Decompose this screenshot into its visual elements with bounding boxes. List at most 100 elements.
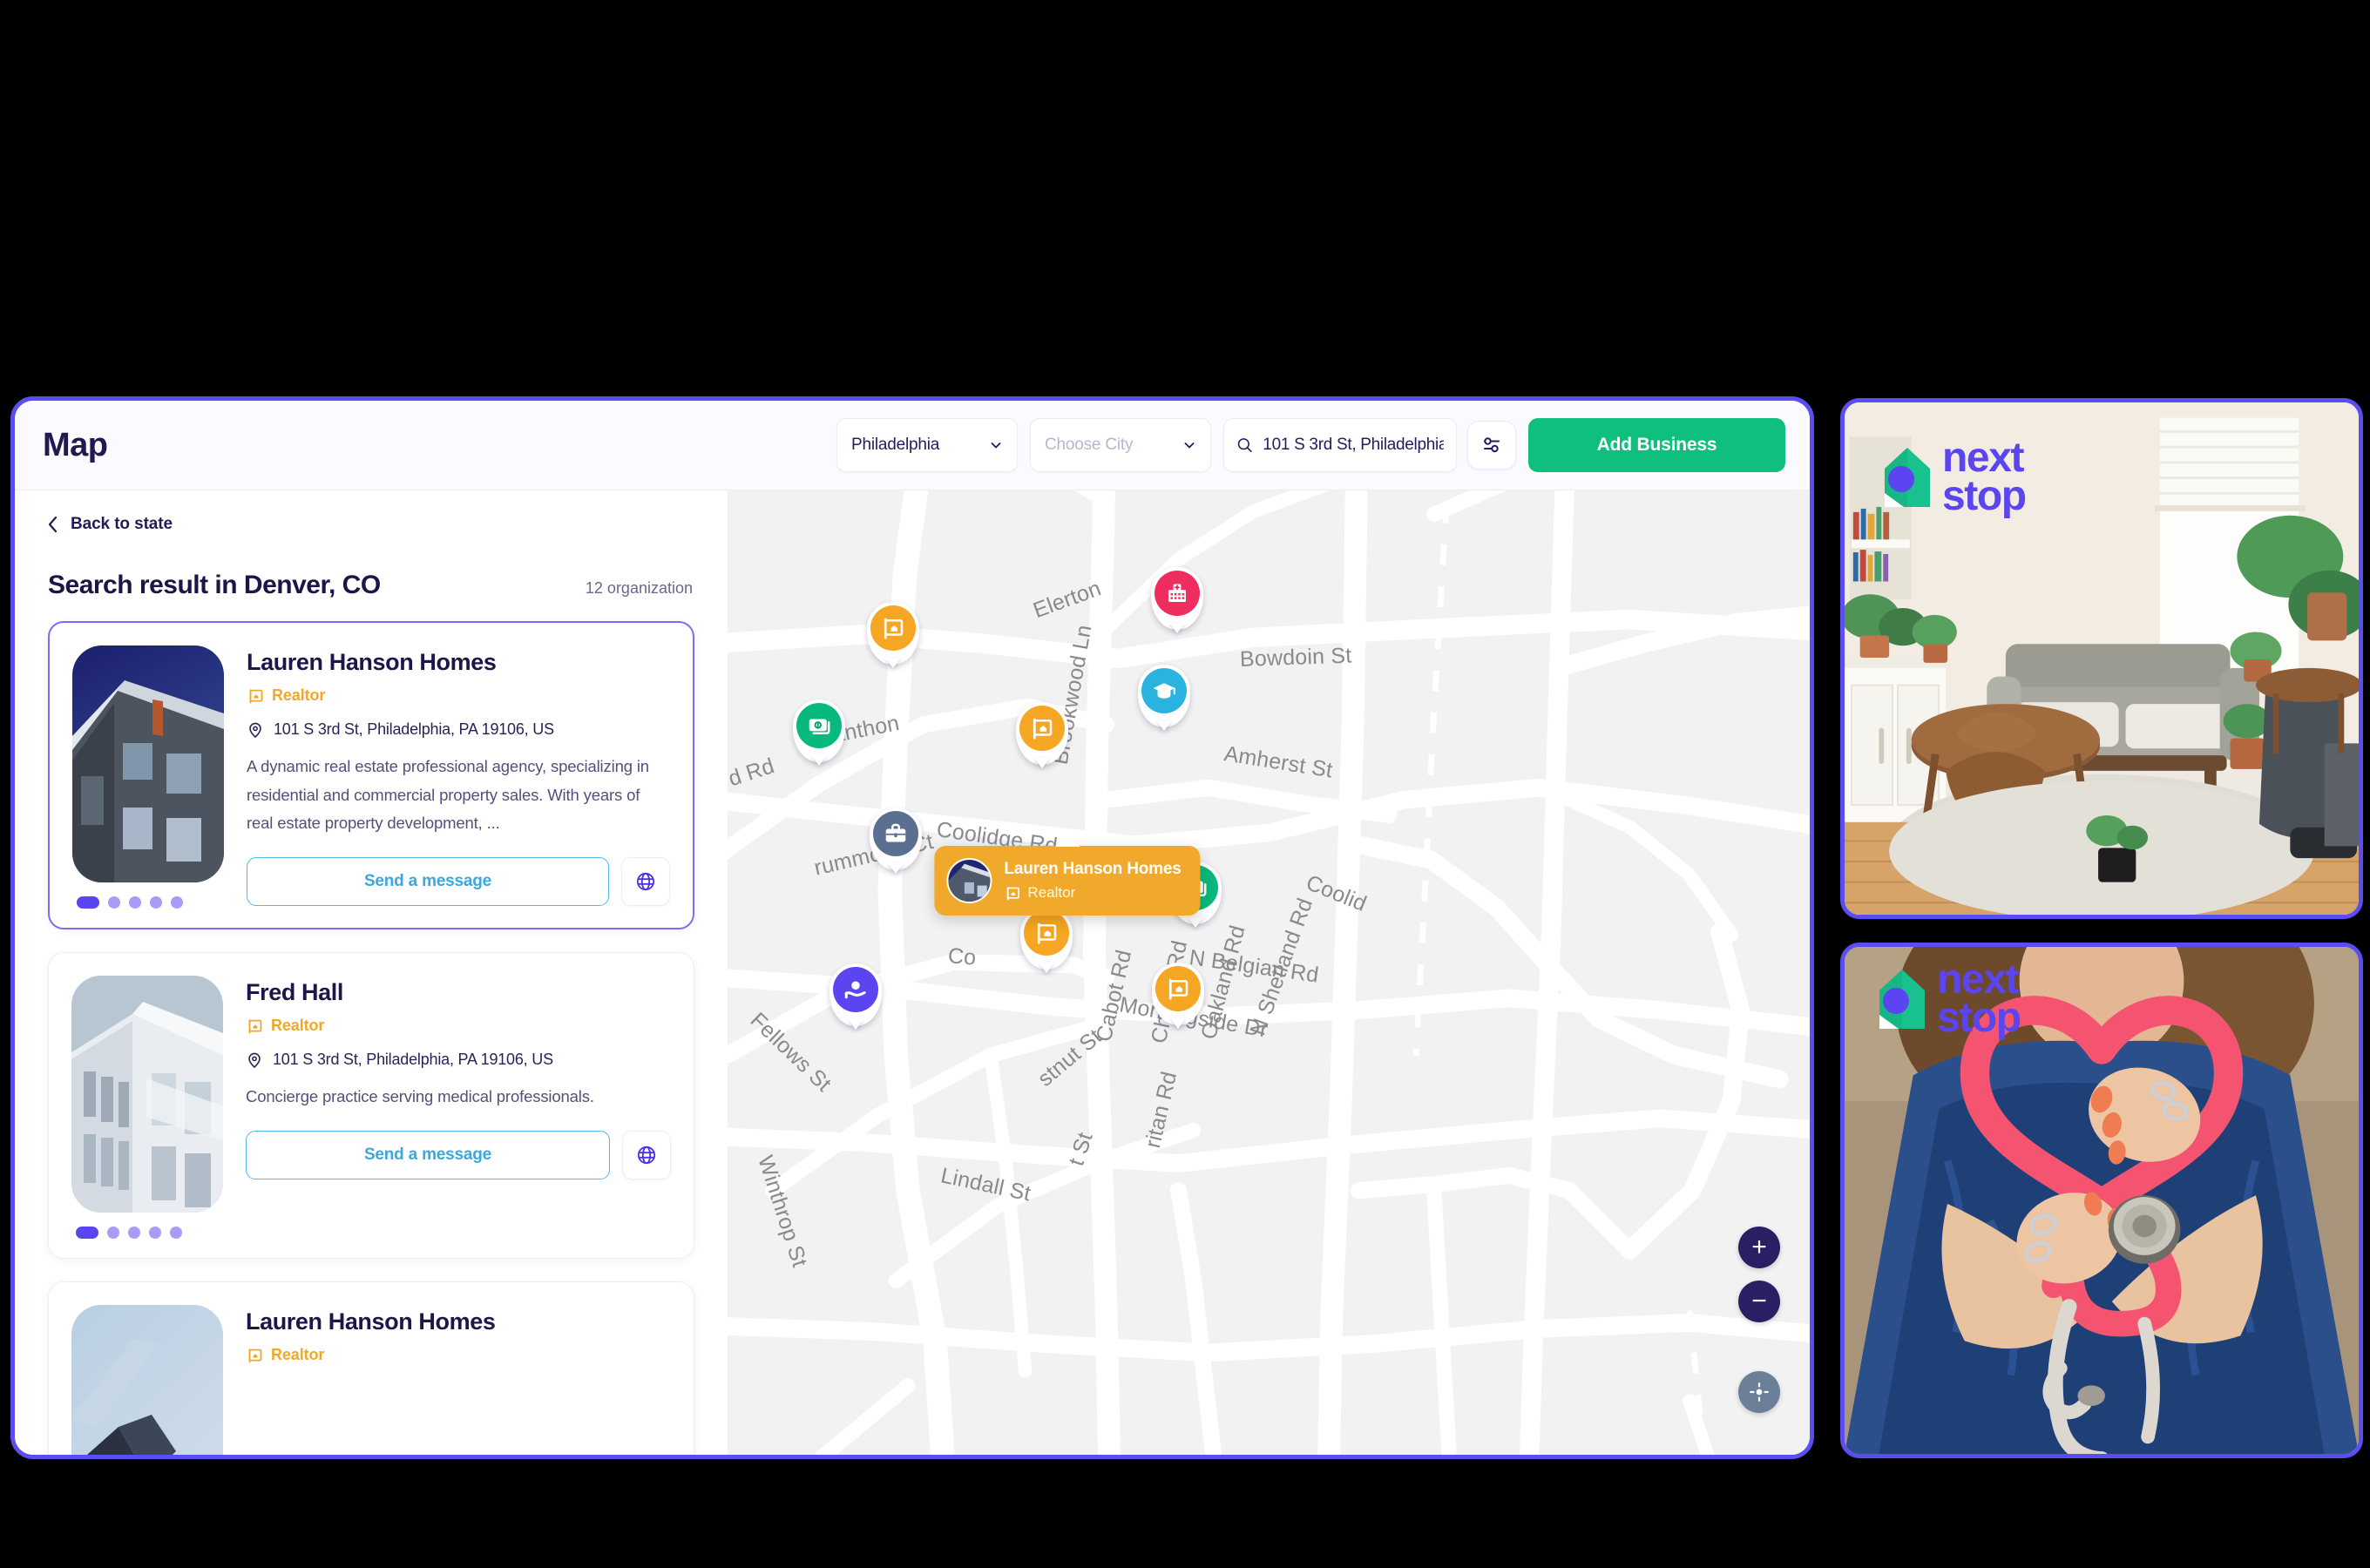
pin-tail	[888, 863, 904, 874]
pagination-dot[interactable]	[76, 1227, 98, 1239]
category-badge: Realtor	[246, 1346, 671, 1364]
pin-shape	[1152, 963, 1204, 1029]
money-icon	[796, 703, 842, 748]
realtor-sign-icon	[248, 1018, 262, 1033]
card-content: Lauren Hanson Homes Realtor	[246, 1305, 671, 1455]
screen-root: Map Philadelphia Choose City 101 S 3rd S	[0, 0, 2370, 1568]
map-pin-finance[interactable]	[793, 700, 845, 766]
pagination-dot[interactable]	[150, 896, 162, 909]
tooltip-category: Realtor	[1004, 884, 1181, 902]
results-title: Search result in Denver, CO	[48, 571, 381, 599]
photo-pagination-dots[interactable]	[72, 896, 224, 909]
pagination-dot[interactable]	[149, 1227, 161, 1239]
map-pin-realtor[interactable]	[1016, 702, 1068, 768]
website-button[interactable]	[622, 1130, 671, 1179]
pagination-dot[interactable]	[107, 1227, 119, 1239]
brand-line-2: stop	[1937, 995, 2021, 1042]
crosshair-locate-icon	[1750, 1382, 1769, 1402]
location-pin-icon	[248, 1052, 261, 1068]
brand-wordmark: next stop	[1937, 958, 2021, 1042]
address-text: 101 S 3rd St, Philadelphia, PA 19106, US	[273, 1051, 553, 1068]
chevron-left-icon	[48, 516, 58, 533]
pagination-dot[interactable]	[129, 896, 141, 909]
pin-tail	[885, 658, 901, 668]
map-pin-realtor[interactable]	[867, 602, 919, 668]
brand-logo: next stop	[1876, 436, 2027, 517]
address-text: 101 S 3rd St, Philadelphia, PA 19106, US	[274, 720, 554, 738]
city-select[interactable]: Choose City	[1030, 418, 1211, 472]
business-photo[interactable]	[71, 976, 223, 1213]
results-header: Search result in Denver, CO 12 organizat…	[15, 539, 728, 600]
business-photo[interactable]	[71, 1305, 223, 1455]
map-pin-realtor[interactable]	[1152, 963, 1204, 1029]
card-media	[72, 645, 224, 909]
list-item[interactable]: Lauren Hanson Homes Realtor	[48, 621, 694, 929]
realtor-sign-icon	[1024, 910, 1069, 956]
map-zoom-controls: + −	[1738, 1227, 1780, 1322]
map-pin-education[interactable]	[1138, 665, 1190, 731]
send-message-button[interactable]: Send a message	[246, 1130, 610, 1179]
toolbar: Map Philadelphia Choose City 101 S 3rd S	[15, 401, 1810, 490]
results-list: Lauren Hanson Homes Realtor 101 S 3rd St…	[15, 621, 728, 1455]
card-actions: Send a message	[246, 1130, 671, 1179]
realtor-sign-icon	[1155, 966, 1201, 1011]
business-photo[interactable]	[72, 645, 224, 882]
business-name: Lauren Hanson Homes	[247, 649, 497, 675]
business-name: Lauren Hanson Homes	[246, 1308, 496, 1335]
list-item[interactable]: Lauren Hanson Homes Realtor	[48, 1281, 694, 1455]
search-input[interactable]: 101 S 3rd St, Philadelphia, ...	[1223, 418, 1457, 472]
map-pin-realtor[interactable]	[1020, 907, 1073, 973]
business-description: A dynamic real estate professional agenc…	[247, 757, 649, 833]
briefcase-icon	[873, 811, 918, 856]
brand-wordmark: next stop	[1942, 436, 2027, 517]
photo-pagination-dots[interactable]	[71, 1227, 223, 1239]
realtor-sign-icon	[870, 605, 916, 651]
card-content: Fred Hall Realtor 101 S 3rd St, Philadel…	[246, 976, 671, 1239]
app-body: Back to state Search result in Denver, C…	[15, 490, 1810, 1455]
map-tooltip[interactable]: Lauren Hanson Homes Realtor	[934, 846, 1201, 916]
pin-tail	[1169, 623, 1185, 633]
globe-icon	[636, 872, 655, 890]
zoom-in-button[interactable]: +	[1738, 1227, 1780, 1268]
pin-shape	[1151, 567, 1203, 633]
add-business-button[interactable]: Add Business	[1528, 418, 1785, 472]
pin-shape	[1138, 665, 1190, 731]
map-app-window: Map Philadelphia Choose City 101 S 3rd S	[10, 396, 1814, 1459]
location-pin-icon	[249, 722, 261, 738]
zoom-out-button[interactable]: −	[1738, 1281, 1780, 1322]
realtor-sign-icon	[248, 1348, 262, 1362]
category-badge: Realtor	[247, 686, 670, 705]
list-item[interactable]: Fred Hall Realtor 101 S 3rd St, Philadel…	[48, 952, 694, 1259]
category-badge: Realtor	[246, 1017, 671, 1035]
category-label: Realtor	[272, 686, 326, 704]
promo-card-healthcare[interactable]: next stop	[1840, 943, 2363, 1458]
filter-button[interactable]	[1467, 421, 1516, 470]
tooltip-category-label: Realtor	[1027, 884, 1076, 901]
send-message-button[interactable]: Send a message	[247, 856, 609, 906]
realtor-sign-icon	[1019, 706, 1065, 751]
pagination-dot[interactable]	[128, 1227, 140, 1239]
pagination-dot[interactable]	[170, 1227, 182, 1239]
back-to-state-label: Back to state	[71, 515, 173, 533]
locate-me-button[interactable]	[1738, 1371, 1780, 1413]
state-select[interactable]: Philadelphia	[836, 418, 1018, 472]
pin-shape	[793, 700, 845, 766]
pin-tail	[1188, 917, 1203, 928]
nextstop-mark-icon	[1879, 970, 1925, 1030]
chevron-down-icon	[1184, 443, 1195, 449]
graduation-cap-icon	[1141, 668, 1187, 713]
website-button[interactable]	[621, 856, 670, 906]
filter-sliders-icon	[1484, 437, 1500, 453]
map-pin-hospital[interactable]	[1151, 567, 1203, 633]
promo-card-living-room[interactable]: next stop	[1840, 398, 2363, 919]
pagination-dot[interactable]	[77, 896, 99, 909]
pagination-dot[interactable]	[171, 896, 183, 909]
card-actions: Send a message	[247, 856, 670, 906]
map-pin-charity[interactable]	[830, 963, 882, 1030]
pagination-dot[interactable]	[108, 896, 120, 909]
tooltip-business-name: Lauren Hanson Homes	[1004, 860, 1182, 878]
map-canvas[interactable]: d Rd Anthon Elerton Bowdoin St Amherst St Coo…	[728, 490, 1810, 1455]
back-to-state-link[interactable]: Back to state	[15, 510, 728, 539]
map-pin-business[interactable]	[870, 808, 922, 874]
chevron-down-icon	[991, 443, 1001, 449]
